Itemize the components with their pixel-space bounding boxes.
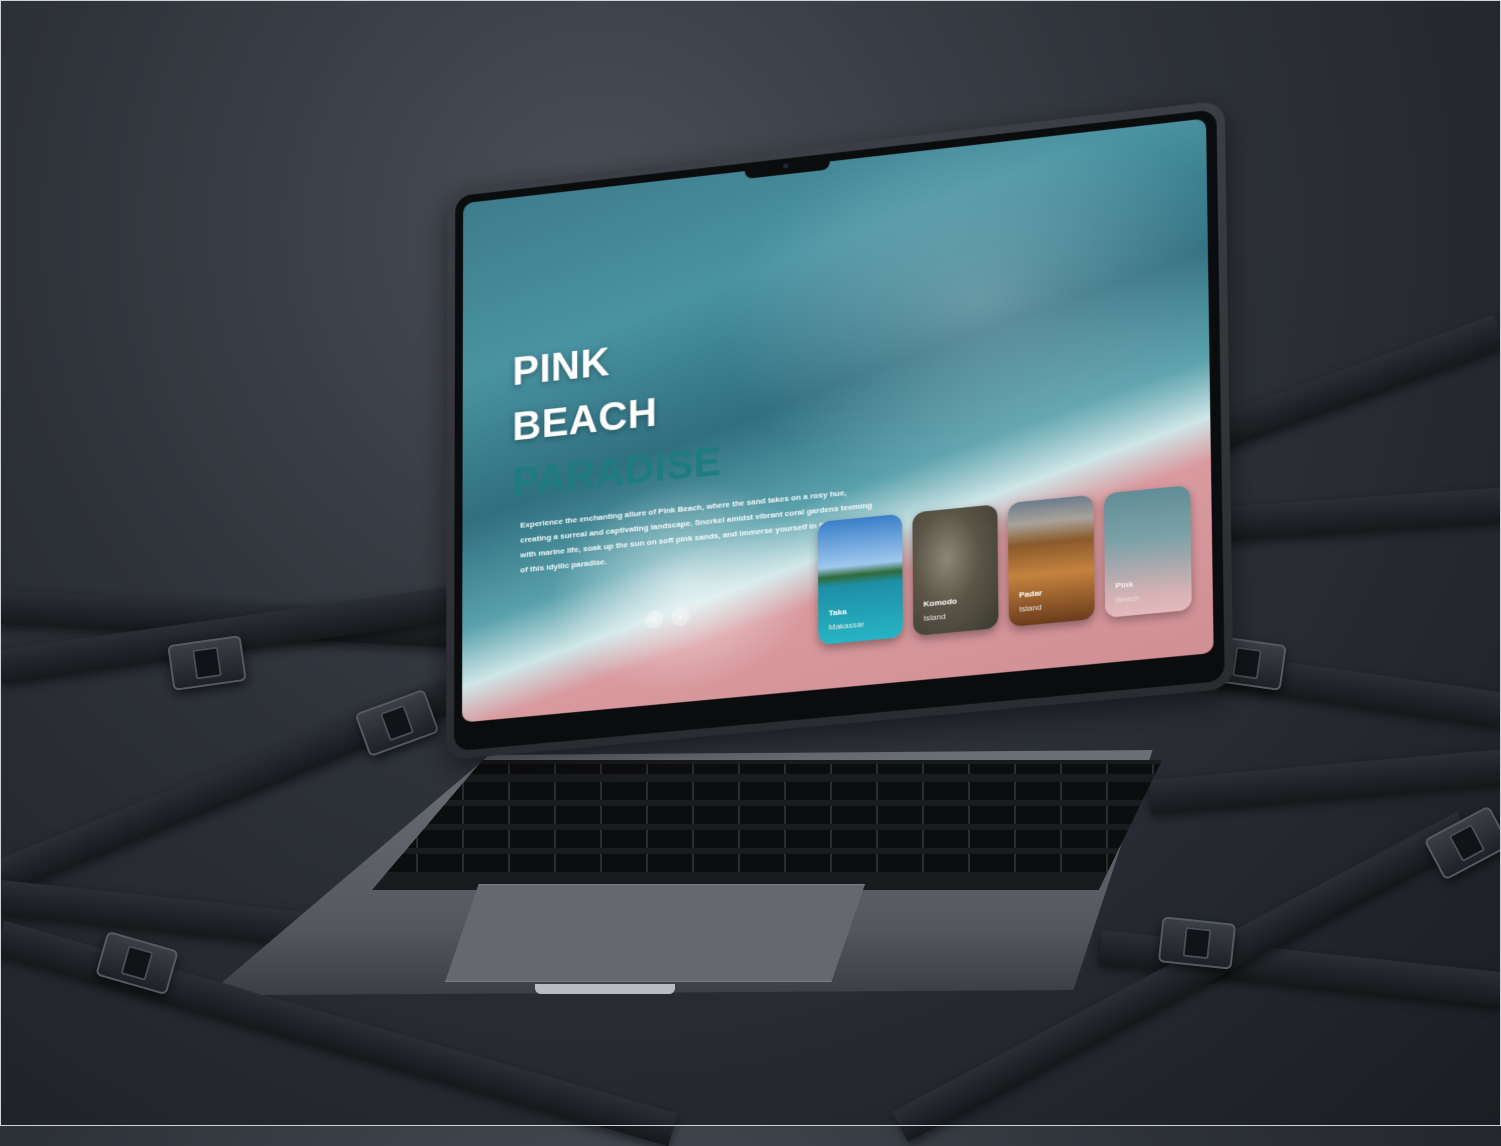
destination-card-komodo[interactable]: Komodo Island — [912, 504, 999, 637]
card-subtitle: Makassar — [828, 619, 865, 632]
prev-arrow-icon[interactable]: ‹ — [644, 609, 664, 630]
strap-buckle — [1157, 916, 1237, 970]
destination-card-pink-beach[interactable]: Pink Beach — [1103, 484, 1192, 618]
website-screen: PINK BEACH PARADISE Experience the encha… — [462, 118, 1214, 723]
laptop-lid: PINK BEACH PARADISE Experience the encha… — [446, 100, 1234, 760]
card-title: Komodo — [923, 596, 958, 609]
card-title: Pink — [1115, 579, 1134, 591]
card-subtitle: Beach — [1115, 593, 1140, 605]
screen-bezel: PINK BEACH PARADISE Experience the encha… — [454, 109, 1225, 752]
hero-title: PINK BEACH PARADISE — [512, 322, 721, 510]
strap-buckle — [1423, 805, 1501, 881]
carousel-nav: ‹ › — [644, 606, 690, 630]
keyboard — [372, 760, 1162, 890]
card-subtitle: Island — [923, 611, 946, 623]
card-subtitle: Island — [1019, 602, 1042, 614]
destination-card-padar[interactable]: Padar Island — [1007, 494, 1095, 628]
destination-card-taka[interactable]: Taka Makassar — [817, 513, 903, 646]
strap-buckle — [354, 688, 440, 758]
laptop-front-notch — [535, 984, 675, 994]
card-title: Taka — [828, 606, 847, 618]
strap-buckle — [167, 635, 247, 691]
card-title: Padar — [1019, 588, 1043, 600]
trackpad — [445, 884, 865, 982]
next-arrow-icon[interactable]: › — [671, 606, 690, 627]
strap — [1148, 748, 1501, 814]
